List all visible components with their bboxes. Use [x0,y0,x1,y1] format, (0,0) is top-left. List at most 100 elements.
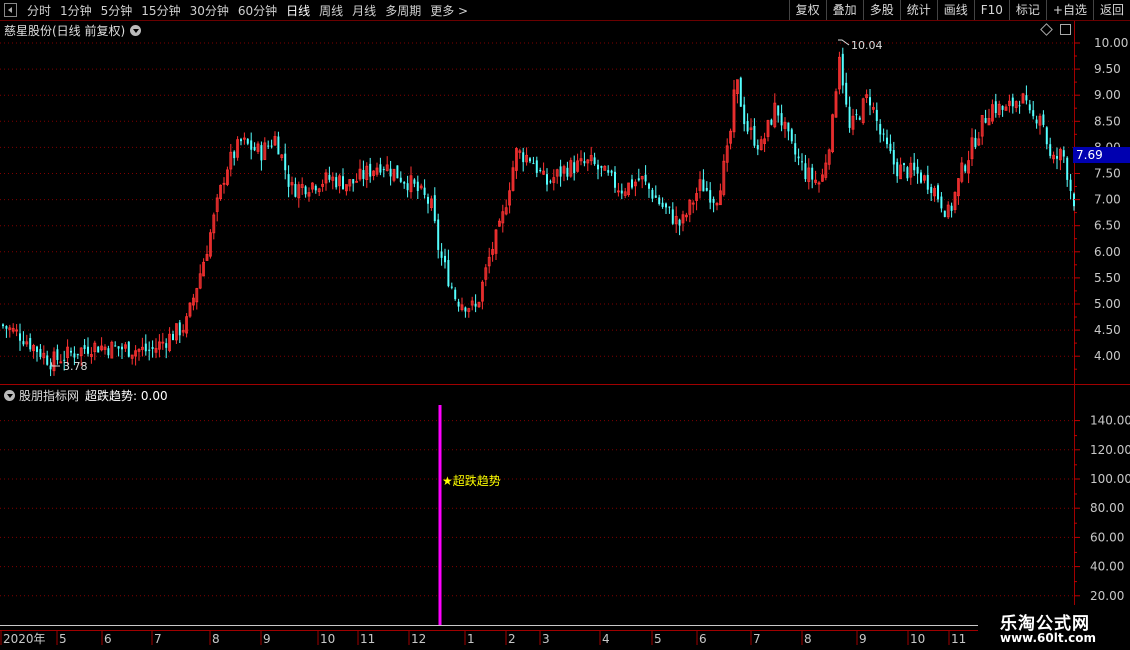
maximize-icon[interactable] [1060,24,1071,35]
candle [1056,147,1058,170]
candle [19,323,21,351]
candle [148,341,151,361]
timeline-label: 4 [602,632,610,646]
candle [8,324,12,338]
timeline-axis: 2020年 5 6 7 8 9 10 11 12 1 2 3 4 5 6 7 8 9 10 11 [0,630,1074,646]
candle [240,137,242,146]
candle [419,183,423,190]
candle [11,323,15,334]
candle [869,88,871,116]
candle [583,152,586,167]
candle [208,229,212,259]
timeline-label: 12 [411,632,426,646]
candle [916,159,919,184]
candle [759,135,763,151]
candle [848,96,851,133]
candle [620,183,623,200]
candle [906,165,909,182]
candle [953,191,957,214]
candle [124,341,127,353]
candle [943,210,946,218]
signal-annotation: ★超跌趋势 [442,474,501,488]
dropdown-icon[interactable] [130,25,142,36]
candle [314,184,317,194]
candle [814,170,817,185]
candle [1018,100,1021,114]
candle [661,197,664,209]
candle [15,324,19,337]
candle [42,345,46,365]
candle [974,129,977,150]
candle [834,88,838,118]
candle [651,187,654,203]
candle [923,174,926,184]
indicator-tick-label: 140.00 [1090,414,1130,428]
indicator-dropdown-icon[interactable] [4,390,15,401]
candle [937,183,939,203]
candle [1062,146,1065,163]
candle [429,195,433,211]
candle [474,294,477,313]
candle [909,156,913,185]
price-tick-label: 9.00 [1094,88,1121,102]
candle [851,108,855,136]
candle [1011,93,1014,114]
candle [157,334,161,358]
candle [358,159,362,182]
candle [607,165,610,176]
candle [52,347,56,376]
candle [926,165,929,195]
candle [715,201,719,211]
candle [233,150,236,166]
candle [569,157,573,178]
candle [484,264,488,287]
candle [107,345,110,359]
candle [174,323,178,345]
price-tick-label: 5.00 [1094,297,1121,311]
candle [242,132,246,145]
indicator-tick-label: 100.00 [1090,472,1130,486]
timeline-label: 11 [951,632,966,646]
candle [946,201,950,220]
candle [1059,147,1062,171]
candle [440,243,443,266]
candle [977,131,981,147]
candle [205,245,209,261]
candle [725,138,729,172]
candle [892,141,895,175]
stock-title-label: 慈星股份(日线 前复权) [4,24,126,38]
candle [573,155,576,181]
candle [749,118,753,140]
candle [732,80,736,138]
candle [940,192,943,213]
candle [277,131,280,155]
candle [477,301,481,309]
indicator-value: 超跌趋势: 0.00 [85,389,168,403]
candle [1028,99,1031,114]
candle [790,127,793,144]
candle [729,128,732,150]
candle [423,179,426,199]
candle [1066,156,1069,187]
candle [858,115,861,121]
candle [886,129,888,149]
candle [90,347,93,364]
timeline-label: 3 [542,632,550,646]
timeline-label: 6 [699,632,707,646]
price-tick-label: 4.50 [1094,323,1121,337]
candle [437,213,440,259]
candle [964,163,967,174]
candle [144,334,147,356]
candle [188,302,192,318]
kline-chart[interactable]: 10.009.509.008.508.007.507.006.506.005.5… [0,0,1130,650]
candle [702,169,705,192]
price-tick-label: 6.50 [1094,219,1121,233]
candle [317,187,321,196]
candle [1069,173,1072,200]
candle [76,353,79,359]
candle [681,210,685,232]
candle [1008,94,1011,113]
candle [688,198,692,223]
timeline-label: 2 [508,632,516,646]
candle [623,187,627,199]
